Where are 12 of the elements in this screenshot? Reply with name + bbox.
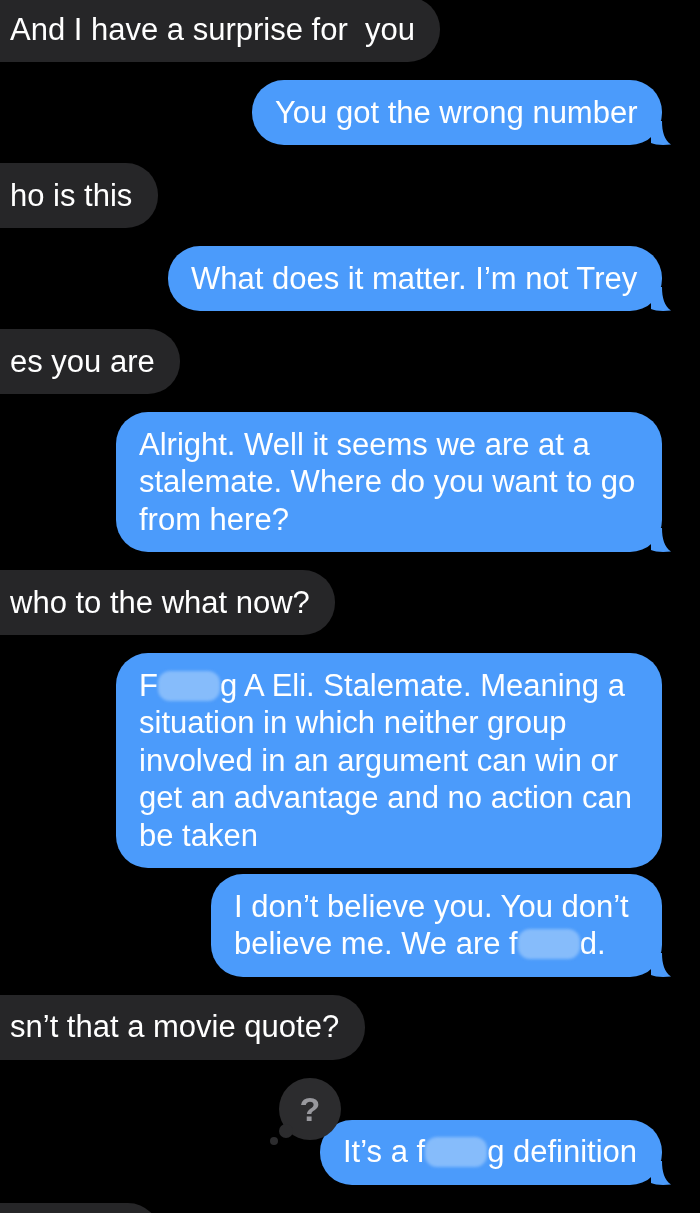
message-text: And I have a surprise for you [10,10,416,48]
message-text: I don’t believe you. You don’t believe me. We are f d. [234,887,630,963]
message-text: who to the what now? [10,583,311,621]
message-text: It’s a f g definition [343,1133,639,1171]
message-text: F g A Eli. Stalemate. Meaning a situation in which neither group involved in an argument can win or get an advantage and no action can be taken [139,666,633,854]
message-text: You got the wrong number [275,93,639,131]
message-text: Alright. Well it seems we are at a stalemate. Where do you want to go from here? [139,425,637,538]
message-text: es you are [10,342,156,380]
question-tapback: ? [269,1077,342,1146]
message-text: ho is this [10,176,134,214]
message-text: sn’t that a movie quote? [10,1008,341,1046]
message-text: What does it matter. I’m not Trey [191,259,639,297]
